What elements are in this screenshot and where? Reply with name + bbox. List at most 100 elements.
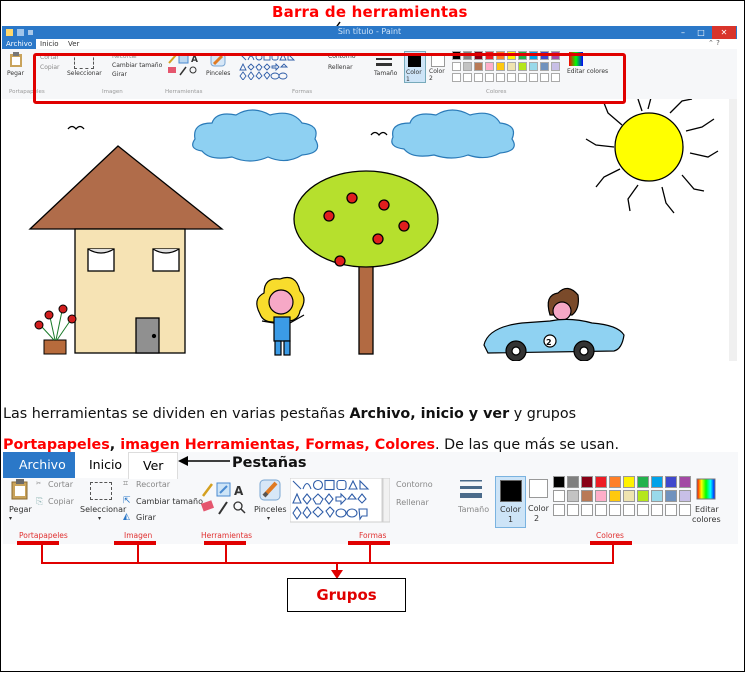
copy-icon[interactable]: ⎘ — [36, 497, 43, 507]
para-part1: Las herramientas se dividen en varias pe… — [3, 406, 350, 422]
color-swatch[interactable] — [595, 476, 607, 488]
group-label-portapapeles: Portapapeles — [19, 531, 68, 540]
bird-left — [67, 125, 85, 131]
copy-label-large[interactable]: Copiar — [48, 497, 74, 506]
minimize-icon[interactable]: – — [674, 26, 692, 39]
select-arrow-icon[interactable]: ▾ — [98, 515, 101, 522]
group-label-colores: Colores — [596, 531, 624, 540]
paint-canvas[interactable]: 2 — [2, 99, 737, 361]
color-swatch[interactable] — [609, 476, 621, 488]
shapes-gallery-large[interactable] — [290, 478, 390, 524]
color-swatch[interactable] — [609, 490, 621, 502]
color-swatch[interactable] — [553, 476, 565, 488]
color2-button-large[interactable]: Color 2 — [526, 476, 552, 526]
tab-ver[interactable]: Ver — [64, 39, 83, 49]
paste-label[interactable]: Pegar — [7, 70, 24, 77]
color-swatch[interactable] — [595, 490, 607, 502]
color-swatch[interactable] — [623, 490, 635, 502]
rotate-icon[interactable]: ◭ — [123, 512, 130, 522]
fill-label-large[interactable]: Rellenar — [396, 498, 429, 507]
group-label-herramientas: Herramientas — [201, 531, 253, 540]
crop-label-large[interactable]: Recortar — [136, 480, 170, 489]
para-part3: . De las que más se usan. — [435, 437, 620, 453]
close-icon[interactable]: ✕ — [712, 26, 736, 39]
custom-color-slot[interactable] — [651, 504, 663, 516]
group-label-formas: Formas — [359, 531, 387, 540]
cloud-left — [192, 109, 319, 162]
brushes-label-large[interactable]: Pinceles — [254, 505, 287, 514]
window-title: Sin título - Paint — [337, 27, 402, 36]
custom-color-slot[interactable] — [623, 504, 635, 516]
color-swatch[interactable] — [651, 476, 663, 488]
brushes-arrow-icon[interactable]: ▾ — [267, 515, 270, 522]
tree — [293, 170, 439, 355]
custom-color-slot[interactable] — [553, 504, 565, 516]
color-swatch[interactable] — [553, 490, 565, 502]
color-swatch[interactable] — [567, 490, 579, 502]
svg-text:2: 2 — [546, 338, 552, 347]
tab-archivo[interactable]: Archivo — [2, 39, 37, 49]
color-swatch[interactable] — [637, 476, 649, 488]
maximize-icon[interactable]: □ — [692, 26, 710, 39]
custom-color-slot[interactable] — [679, 504, 691, 516]
bracket-tick-5 — [612, 545, 614, 563]
custom-color-slot[interactable] — [567, 504, 579, 516]
select-icon-large[interactable] — [90, 482, 112, 500]
color-swatch[interactable] — [567, 476, 579, 488]
paste-label-large[interactable]: Pegar — [9, 505, 32, 514]
size-label-large[interactable]: Tamaño — [458, 505, 489, 514]
outline-label-large[interactable]: Contorno — [396, 480, 433, 489]
color-swatch[interactable] — [679, 476, 691, 488]
color1-button-large[interactable]: Color 1 — [495, 476, 526, 528]
para-group-portapapeles: Portapapeles — [3, 437, 110, 453]
brushes-icon-large[interactable] — [258, 478, 282, 502]
crop-icon[interactable]: ⌗ — [123, 479, 128, 489]
size-icon-large[interactable] — [460, 478, 484, 500]
edit-colors-label-b[interactable]: colores — [692, 515, 721, 524]
custom-color-slot[interactable] — [665, 504, 677, 516]
custom-color-slot[interactable] — [581, 504, 593, 516]
cut-label-large[interactable]: Cortar — [48, 480, 73, 489]
paste-arrow-icon[interactable]: ▾ — [9, 515, 12, 522]
color-swatch[interactable] — [581, 490, 593, 502]
help-icon[interactable]: ⌃ ? — [708, 39, 720, 47]
color-swatch[interactable] — [679, 490, 691, 502]
custom-color-slot[interactable] — [609, 504, 621, 516]
canvas-scrollbar[interactable] — [729, 99, 737, 361]
bracket-tick-1 — [41, 545, 43, 563]
underline-portapapeles — [17, 541, 59, 545]
color-swatch[interactable] — [637, 490, 649, 502]
rotate-label-large[interactable]: Girar — [136, 513, 156, 522]
tab-ver-large[interactable]: Ver — [128, 452, 179, 479]
edit-colors-label-a[interactable]: Editar — [695, 505, 719, 514]
color-swatch[interactable] — [665, 490, 677, 502]
custom-color-slot[interactable] — [595, 504, 607, 516]
color-swatch[interactable] — [623, 476, 635, 488]
paste-icon-large[interactable] — [11, 479, 29, 501]
tools-icons-large[interactable]: A — [201, 482, 249, 518]
para-part2: y grupos — [509, 406, 577, 422]
sun — [585, 99, 719, 214]
resize-label-large[interactable]: Cambiar tamaño — [136, 497, 203, 506]
race-car: 2 — [483, 287, 625, 361]
bracket-tick-3 — [225, 545, 227, 563]
underline-colores — [590, 541, 632, 545]
tab-inicio[interactable]: Inicio — [36, 39, 63, 49]
tab-inicio-large[interactable]: Inicio — [75, 452, 137, 478]
bracket-bar — [41, 562, 614, 564]
color-swatch[interactable] — [581, 476, 593, 488]
color-swatch[interactable] — [651, 490, 663, 502]
paste-icon[interactable] — [9, 52, 23, 68]
groups-annotation-box: Grupos — [287, 578, 406, 612]
tabs-arrow — [178, 456, 230, 466]
para-sep: , — [109, 437, 121, 453]
bird-right — [370, 131, 388, 137]
edit-colors-icon-large[interactable] — [696, 478, 716, 500]
tab-archivo-large[interactable]: Archivo — [3, 452, 80, 478]
resize-icon[interactable]: ⇱ — [123, 496, 131, 506]
select-label-large[interactable]: Seleccionar — [80, 505, 126, 514]
color-swatch[interactable] — [665, 476, 677, 488]
color-palette[interactable] — [553, 476, 693, 526]
custom-color-slot[interactable] — [637, 504, 649, 516]
scissors-icon[interactable]: ✂ — [36, 480, 41, 487]
